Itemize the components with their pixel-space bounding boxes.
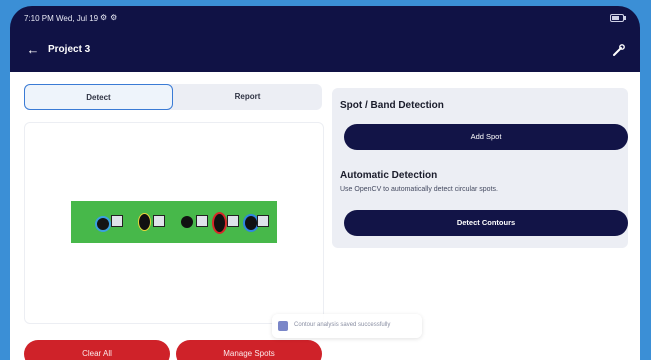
- page-title: Project 3: [48, 44, 91, 55]
- spot-detection-title: Spot / Band Detection: [340, 100, 444, 111]
- test-strip-image: [71, 201, 277, 243]
- toast-message: Contour analysis saved successfully: [294, 322, 391, 328]
- status-settings-icons: ⚙⚙: [100, 13, 120, 22]
- tablet-frame: 7:10 PM Wed, Jul 19 ⚙⚙ ← Project 3 Detec…: [10, 6, 640, 360]
- battery-icon: [610, 14, 626, 22]
- manage-spots-button[interactable]: Manage Spots: [176, 340, 322, 360]
- strip-marker: [227, 215, 239, 227]
- status-bar: 7:10 PM Wed, Jul 19 ⚙⚙: [10, 6, 640, 28]
- strip-spot: [138, 213, 151, 231]
- strip-spot: [181, 216, 193, 228]
- status-time: 7:10 PM Wed, Jul 19: [24, 14, 99, 23]
- wrench-icon: [613, 44, 625, 56]
- clear-all-button[interactable]: Clear All: [24, 340, 170, 360]
- tab-bar: Detect Report: [24, 84, 322, 110]
- tab-detect[interactable]: Detect: [24, 84, 173, 110]
- snackbar-toast: Contour analysis saved successfully: [272, 314, 422, 338]
- detection-panel: Spot / Band Detection Add Spot Automatic…: [332, 88, 628, 248]
- automatic-detection-description: Use OpenCV to automatically detect circu…: [340, 186, 498, 193]
- strip-marker: [257, 215, 269, 227]
- strip-spot: [212, 212, 227, 234]
- settings-icon: ⚙: [100, 13, 111, 22]
- strip-image-card[interactable]: [24, 122, 324, 324]
- app-bar: ← Project 3: [10, 28, 640, 72]
- settings-icon: ⚙: [110, 13, 121, 22]
- back-button[interactable]: ←: [24, 41, 42, 59]
- add-spot-button[interactable]: Add Spot: [344, 124, 628, 150]
- detect-contours-button[interactable]: Detect Contours: [344, 210, 628, 236]
- strip-marker: [153, 215, 165, 227]
- app-icon: [278, 321, 288, 331]
- tool-button[interactable]: [610, 41, 628, 59]
- strip-spot: [95, 216, 111, 232]
- automatic-detection-title: Automatic Detection: [340, 170, 438, 181]
- strip-marker: [196, 215, 208, 227]
- left-panel: Detect Report Clear All Manage Spots Con…: [24, 72, 422, 360]
- main-content: Detect Report Clear All Manage Spots Con…: [10, 72, 640, 360]
- strip-marker: [111, 215, 123, 227]
- arrow-left-icon: ←: [26, 42, 40, 57]
- tab-report[interactable]: Report: [173, 84, 322, 110]
